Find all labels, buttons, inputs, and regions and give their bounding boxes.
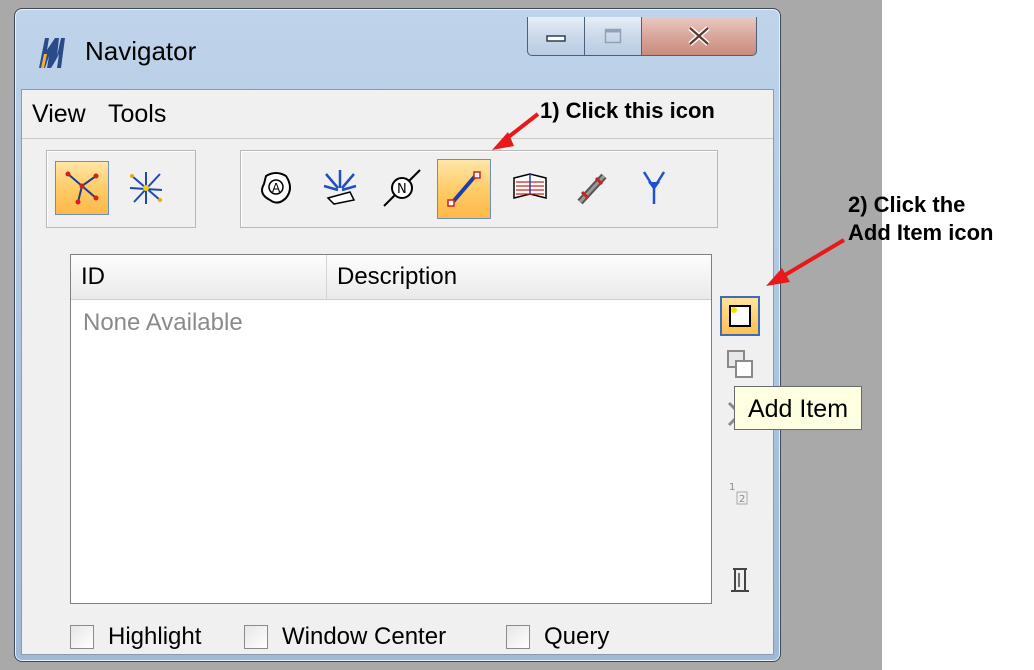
step1-arrow (492, 112, 540, 150)
annotation-arrows (492, 112, 846, 286)
step2-arrow (766, 238, 846, 286)
